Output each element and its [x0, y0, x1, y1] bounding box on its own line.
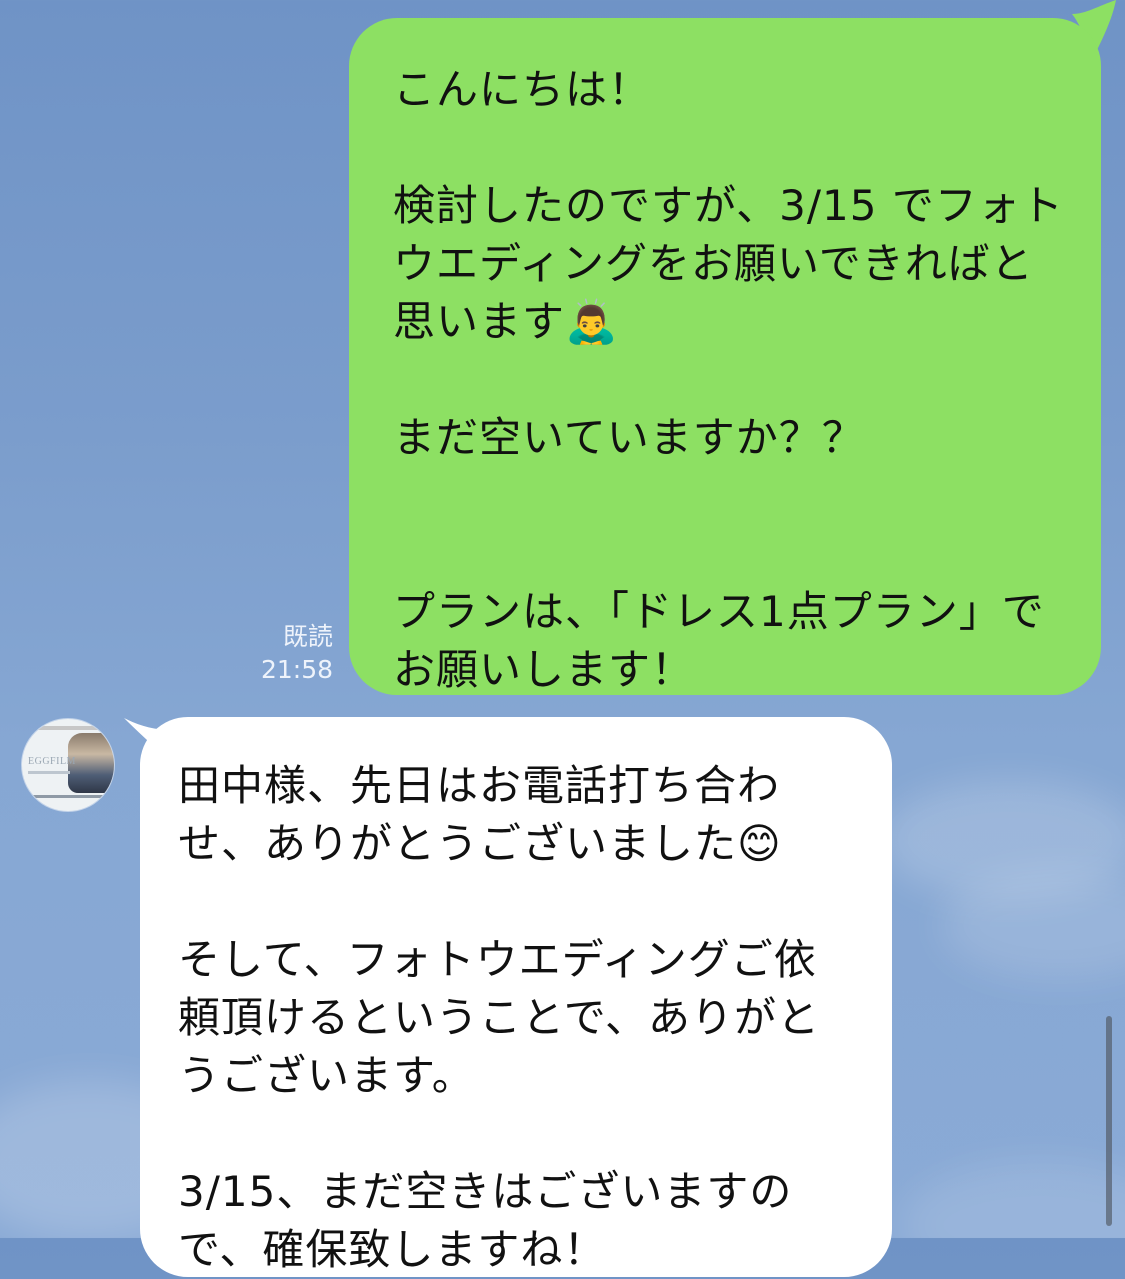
avatar-header-line	[32, 726, 102, 730]
message-time: 21:58	[260, 655, 333, 684]
scroll-indicator[interactable]	[1106, 1016, 1112, 1226]
avatar-footer-line	[32, 795, 104, 798]
avatar-logo: EGGFILM	[28, 756, 76, 767]
sender-avatar[interactable]: EGGFILM	[22, 719, 114, 811]
avatar-subtitle-line	[28, 771, 70, 774]
message-meta: 既読 21:58	[261, 620, 333, 686]
read-receipt: 既読	[282, 622, 333, 651]
background-cloud	[900, 1160, 1125, 1238]
incoming-message-bubble[interactable]: 田中様、先日はお電話打ち合わせ、ありがとうございました😊 そして、フォトウエディ…	[140, 717, 892, 1277]
outgoing-message-bubble[interactable]: こんにちは！ 検討したのですが、3/15 でフォトウエディングをお願いできればと…	[349, 18, 1101, 695]
